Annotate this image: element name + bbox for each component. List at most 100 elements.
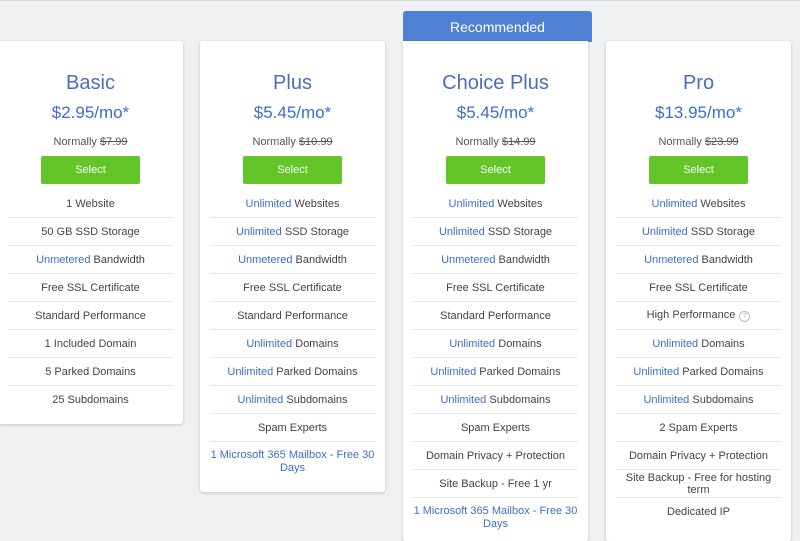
plan-price: $13.95/mo* bbox=[655, 103, 742, 122]
old-price: $10.99 bbox=[298, 136, 333, 148]
feature-text: Bandwidth bbox=[495, 253, 550, 266]
feature-text: Dedicated IP bbox=[667, 505, 730, 518]
feature-highlight: Unlimited bbox=[449, 337, 496, 350]
feature-item: Unlimited Subdomains bbox=[413, 386, 578, 414]
feature-highlight: Unlimited bbox=[246, 337, 293, 350]
plan-card-plus: Plus $5.45/mo* Normally $10.99 Select Unlimi… bbox=[200, 41, 385, 492]
feature-item: Site Backup - Free 1 yr bbox=[413, 470, 578, 498]
feature-text: SSD Storage bbox=[484, 225, 553, 238]
feature-item: 50 GB SSD Storage bbox=[8, 218, 173, 246]
feature-text: Standard Performance bbox=[440, 309, 551, 322]
feature-item: Domain Privacy + Protection bbox=[413, 442, 578, 470]
feature-item: Unmetered Bandwidth bbox=[210, 246, 375, 274]
feature-text: Spam Experts bbox=[257, 421, 328, 434]
feature-text: 1 Website bbox=[66, 197, 115, 210]
feature-item: Free SSL Certificate bbox=[8, 274, 173, 302]
feature-highlight: Unlimited bbox=[430, 365, 477, 378]
feature-text: Domains bbox=[698, 337, 745, 350]
recommended-banner: Recommended bbox=[403, 11, 592, 42]
feature-text: Domains bbox=[495, 337, 542, 350]
feature-item: Standard Performance bbox=[8, 302, 173, 330]
feature-item: 1 Included Domain bbox=[8, 330, 173, 358]
select-button[interactable]: Select bbox=[243, 156, 342, 184]
normally-label: Normally bbox=[53, 136, 97, 148]
old-price: $7.99 bbox=[99, 136, 128, 148]
feature-text: High Performance bbox=[646, 309, 736, 321]
feature-text: Free SSL Certificate bbox=[649, 281, 748, 294]
select-button[interactable]: Select bbox=[649, 156, 748, 184]
feature-text: Domains bbox=[292, 337, 339, 350]
plan-card-pro: Pro $13.95/mo* Normally $23.99 Select Unlimi… bbox=[606, 41, 791, 541]
plan-card-basic: Basic $2.95/mo* Normally $7.99 Select 1 Webs… bbox=[0, 41, 183, 424]
plan-card-choice-plus: Choice Plus $5.45/mo* Normally $14.99 Selec… bbox=[403, 41, 588, 541]
feature-text: Parked Domains bbox=[679, 365, 764, 378]
feature-text: Domain Privacy + Protection bbox=[628, 449, 769, 462]
feature-highlight: Unlimited bbox=[245, 197, 292, 210]
normally-label: Normally bbox=[658, 136, 702, 148]
plan-price: $5.45/mo* bbox=[456, 103, 535, 122]
feature-highlight: Unlimited bbox=[235, 225, 282, 238]
feature-item: Unlimited Websites bbox=[616, 190, 781, 218]
feature-item: Standard Performance bbox=[413, 302, 578, 330]
plan-name: Basic bbox=[66, 72, 115, 94]
old-price: $23.99 bbox=[704, 136, 739, 148]
help-icon[interactable]: ? bbox=[739, 311, 751, 322]
feature-text: Bandwidth bbox=[292, 253, 347, 266]
feature-text: 50 GB SSD Storage bbox=[41, 225, 140, 238]
feature-highlight: Unmetered bbox=[238, 253, 293, 266]
feature-item: 1 Website bbox=[8, 190, 173, 218]
top-divider bbox=[0, 0, 800, 1]
feature-text: Free SSL Certificate bbox=[446, 281, 545, 294]
feature-highlight: 1 Microsoft 365 Mailbox - Free 30 Days bbox=[210, 449, 375, 474]
feature-highlight: Unlimited bbox=[633, 365, 680, 378]
normally-label: Normally bbox=[252, 136, 296, 148]
feature-item: Unlimited Domains bbox=[210, 330, 375, 358]
select-button[interactable]: Select bbox=[446, 156, 545, 184]
feature-item: Unmetered Bandwidth bbox=[616, 246, 781, 274]
feature-highlight: Unlimited bbox=[237, 393, 284, 406]
feature-item: 1 Microsoft 365 Mailbox - Free 30 Days bbox=[413, 498, 578, 538]
feature-item: Unlimited Domains bbox=[413, 330, 578, 358]
select-button[interactable]: Select bbox=[41, 156, 140, 184]
normal-price: Normally $14.99 bbox=[413, 135, 578, 149]
feature-text: Free SSL Certificate bbox=[41, 281, 140, 294]
feature-item: Unlimited Subdomains bbox=[616, 386, 781, 414]
feature-text: 5 Parked Domains bbox=[45, 365, 136, 378]
feature-text: Websites bbox=[494, 197, 543, 210]
plan-name: Choice Plus bbox=[442, 72, 549, 94]
normally-label: Normally bbox=[455, 136, 499, 148]
feature-highlight: Unlimited bbox=[641, 225, 688, 238]
feature-highlight: Unlimited bbox=[440, 393, 487, 406]
feature-highlight: Unmetered bbox=[36, 253, 91, 266]
feature-text: Site Backup - Free for hosting term bbox=[625, 471, 772, 496]
feature-item: Unlimited Parked Domains bbox=[413, 358, 578, 386]
feature-text: SSD Storage bbox=[281, 225, 350, 238]
feature-item: Unlimited SSD Storage bbox=[210, 218, 375, 246]
feature-text: Standard Performance bbox=[35, 309, 146, 322]
feature-list: Unlimited Websites Unlimited SSD Storage U… bbox=[616, 190, 781, 525]
feature-text: Subdomains bbox=[486, 393, 551, 406]
feature-text: Domain Privacy + Protection bbox=[425, 449, 566, 462]
feature-text: Bandwidth bbox=[90, 253, 145, 266]
feature-text: Parked Domains bbox=[476, 365, 561, 378]
feature-highlight: Unlimited bbox=[651, 197, 698, 210]
feature-list: 1 Website 50 GB SSD Storage Unmetered Band… bbox=[8, 190, 173, 413]
feature-item: Unlimited Websites bbox=[210, 190, 375, 218]
feature-text: Parked Domains bbox=[273, 365, 358, 378]
feature-highlight: Unlimited bbox=[652, 337, 699, 350]
feature-item: 5 Parked Domains bbox=[8, 358, 173, 386]
feature-text: SSD Storage bbox=[687, 225, 756, 238]
feature-highlight: 1 Microsoft 365 Mailbox - Free 30 Days bbox=[413, 505, 578, 530]
feature-highlight: Unlimited bbox=[438, 225, 485, 238]
feature-text: 1 Included Domain bbox=[44, 337, 137, 350]
feature-highlight: Unmetered bbox=[644, 253, 699, 266]
feature-item: Site Backup - Free for hosting term bbox=[616, 470, 781, 498]
plan-name: Plus bbox=[273, 72, 312, 94]
feature-item: Unlimited Subdomains bbox=[210, 386, 375, 414]
feature-item: Unlimited Parked Domains bbox=[616, 358, 781, 386]
feature-item: Free SSL Certificate bbox=[210, 274, 375, 302]
feature-text: Bandwidth bbox=[698, 253, 753, 266]
feature-text: Free SSL Certificate bbox=[243, 281, 342, 294]
feature-text: Subdomains bbox=[283, 393, 348, 406]
feature-highlight: Unlimited bbox=[227, 365, 274, 378]
